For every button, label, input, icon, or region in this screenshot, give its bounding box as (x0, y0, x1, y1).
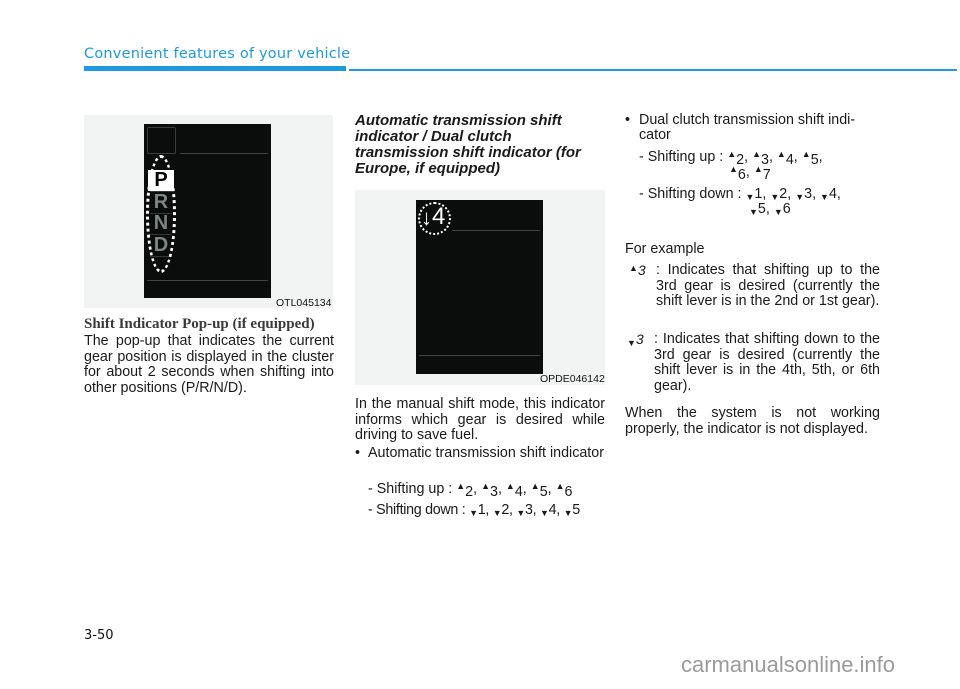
dct-shift-up-line2: ▲6, ▲7 (729, 162, 771, 184)
dotted-highlight-circle (418, 202, 451, 235)
paragraph-shift-popup: The pop-up that indicates the current ge… (84, 333, 334, 396)
up-triangle-icon: ▲ (752, 149, 761, 159)
auto-shift-down-line: - Shifting down : ▼1, ▼2, ▼3, ▼4, ▼5 (368, 502, 580, 522)
down-triangle-icon: ▼ (627, 338, 636, 348)
figure-code: OPDE046142 (540, 373, 605, 385)
display-divider (452, 230, 540, 231)
example-up-text: : Indicates that shifting up to the 3rd … (656, 262, 880, 309)
dotted-highlight-oval (146, 155, 176, 273)
display-divider (147, 280, 268, 281)
header-rule (349, 69, 957, 71)
paragraph-manual-mode: In the manual shift mode, this indicator… (355, 396, 605, 443)
display-divider (180, 153, 268, 154)
gear-number: 7 (762, 167, 771, 183)
gear-number: 5 (757, 201, 766, 217)
shift-up-label: - Shifting up : (368, 481, 453, 497)
gear-number: 6 (564, 484, 573, 500)
auto-shift-up-line: - Shifting up : ▲2, ▲3, ▲4, ▲5, ▲6 (368, 479, 572, 501)
up-triangle-icon: ▲ (530, 481, 540, 491)
section-title: Convenient features of your vehicle (84, 46, 351, 62)
gear-number: 6 (782, 201, 791, 217)
up-triangle-icon: ▲ (729, 164, 738, 174)
gear-number: 2 (465, 484, 474, 500)
down-triangle-icon: ▼ (563, 508, 573, 518)
shift-up-gears: ▲2, ▲3, ▲4, ▲5, ▲6 (456, 481, 573, 500)
up-triangle-icon: ▲ (753, 164, 763, 174)
gear-number: 6 (737, 167, 746, 183)
heading-shift-popup: Shift Indicator Pop-up (if equipped) (84, 316, 315, 332)
up-triangle-icon: ▲ (456, 481, 466, 491)
gear-number: 5 (539, 484, 548, 500)
shift-up-gears: ▲6, ▲7 (729, 164, 771, 183)
gear-number: 3 (525, 502, 533, 518)
example-down-text: : Indicates that shifting down to the 3r… (654, 331, 880, 394)
header-accent-bar (84, 66, 346, 71)
gear-number: 5 (572, 502, 580, 518)
up-triangle-icon: ▲ (801, 149, 811, 159)
shift-down-gears: ▼5, ▼6 (749, 201, 791, 217)
heading-shift-indicator: Automatic transmission shift indicator /… (355, 112, 581, 177)
gear-number: 3 (804, 186, 813, 202)
display-icon-box (147, 127, 176, 154)
gear-number: 3 (490, 484, 498, 500)
shift-up-label: - Shifting up : (639, 149, 724, 165)
up-triangle-icon: ▲ (555, 481, 565, 491)
example-label: For example (625, 241, 705, 257)
bullet-dot: • (625, 112, 631, 128)
page-number: 3-50 (84, 628, 114, 643)
example-up-symbol: ▲3 (629, 262, 646, 278)
bullet-dct-line1: Dual clutch transmission shift indi- (639, 112, 856, 128)
down-triangle-icon: ▼ (820, 192, 829, 202)
up-triangle-icon: ▲ (776, 149, 786, 159)
up-triangle-icon: ▲ (505, 481, 515, 491)
dct-shift-down-line: - Shifting down : ▼1, ▼2, ▼3, ▼4, (639, 186, 841, 206)
shift-down-label: - Shifting down : (639, 186, 742, 202)
up-triangle-icon: ▲ (727, 149, 737, 159)
gear-number: 2 (501, 502, 510, 518)
bullet-auto-transmission: Automatic transmission shift indicator (368, 445, 604, 461)
gear-number: 4 (514, 484, 523, 500)
gear-number: 2 (779, 186, 788, 202)
up-triangle-icon: ▲ (629, 263, 638, 273)
up-triangle-icon: ▲ (481, 481, 490, 491)
bullet-dct-line2: cator (639, 127, 671, 143)
down-triangle-icon: ▼ (773, 207, 783, 217)
gear-number: 4 (828, 186, 837, 202)
bullet-dot: • (355, 445, 361, 461)
watermark: carmanualsonline.info (681, 652, 896, 677)
gear-number: 4 (785, 152, 794, 168)
down-triangle-icon: ▼ (469, 508, 478, 518)
down-triangle-icon: ▼ (795, 192, 805, 202)
gear-number: 4 (548, 502, 557, 518)
shift-down-gears: ▼1, ▼2, ▼3, ▼4, (745, 186, 841, 202)
gear-number: 5 (810, 152, 819, 168)
example-down-symbol: ▼3 (627, 331, 644, 348)
shift-down-label: - Shifting down : (368, 502, 466, 518)
dct-shift-down-line2: ▼5, ▼6 (749, 201, 791, 221)
shift-down-gears: ▼1, ▼2, ▼3, ▼4, ▼5 (469, 502, 580, 518)
down-triangle-icon: ▼ (516, 508, 525, 518)
gear-number: 1 (477, 502, 486, 518)
down-triangle-icon: ▼ (749, 207, 758, 217)
paragraph-not-working: When the system is not working properly,… (625, 405, 880, 437)
gear-number: 1 (754, 186, 763, 202)
figure-code: OTL045134 (276, 297, 332, 309)
display-divider (419, 355, 540, 356)
down-triangle-icon: ▼ (540, 508, 549, 518)
